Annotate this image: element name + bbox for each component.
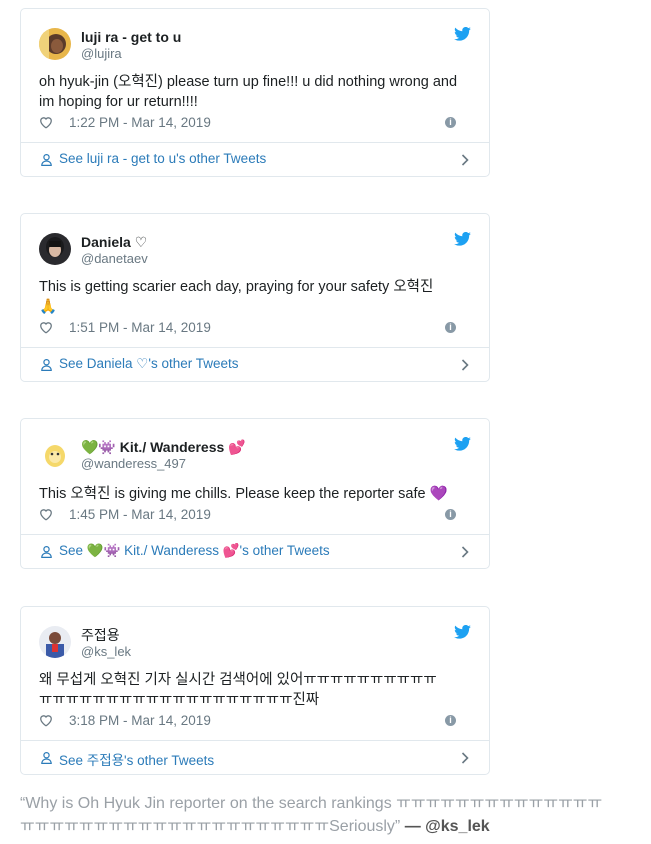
tweet-meta: 1:45 PM - Mar 14, 2019 i bbox=[39, 506, 471, 524]
timestamp[interactable]: 3:18 PM - Mar 14, 2019 bbox=[69, 713, 211, 728]
see-suffix: 's other Tweets bbox=[239, 543, 330, 558]
see-suffix: 's other Tweets bbox=[124, 753, 215, 768]
see-suffix: 's other Tweets bbox=[176, 151, 267, 166]
tweet-text-line: ㅠㅠㅠㅠㅠㅠㅠㅠㅠㅠㅠㅠㅠㅠㅠㅠㅠㅠㅠ진짜 bbox=[39, 692, 320, 708]
embedded-tweet[interactable]: 💚👾 Kit./ Wanderess 💕 @wanderess_497 This… bbox=[20, 418, 490, 569]
embedded-tweet[interactable]: Daniela ♡ @danetaev This is getting scar… bbox=[20, 213, 490, 382]
person-icon bbox=[41, 359, 52, 371]
caption-line: “Why is Oh Hyuk Jin reporter on the sear… bbox=[20, 795, 603, 812]
heart-icon[interactable] bbox=[39, 116, 53, 129]
tweet-text-line: oh hyuk-jin (오혁진) please turn up fine!!!… bbox=[39, 74, 458, 90]
tweet-author[interactable]: 주접용 @ks_lek bbox=[81, 626, 131, 660]
see-name-emoji: 💚👾 bbox=[86, 543, 121, 558]
twitter-bird-icon[interactable] bbox=[454, 27, 471, 41]
tweet-text-line: 🙏 bbox=[39, 299, 58, 315]
handle[interactable]: @lujira bbox=[81, 46, 181, 62]
name-emoji: 💕 bbox=[228, 439, 246, 455]
see-name-emoji: 💕 bbox=[222, 543, 240, 558]
person-icon bbox=[41, 752, 52, 764]
translation-caption: “Why is Oh Hyuk Jin reporter on the sear… bbox=[20, 792, 650, 838]
tweet-text: oh hyuk-jin (오혁진) please turn up fine!!!… bbox=[39, 72, 471, 112]
chevron-right-icon[interactable] bbox=[461, 359, 469, 371]
timestamp[interactable]: 1:45 PM - Mar 14, 2019 bbox=[69, 507, 211, 522]
tweet-author[interactable]: 💚👾 Kit./ Wanderess 💕 @wanderess_497 bbox=[81, 438, 246, 472]
twitter-bird-icon[interactable] bbox=[454, 437, 471, 451]
heart-icon[interactable] bbox=[39, 321, 53, 334]
display-name[interactable]: luji ra - get to u bbox=[81, 28, 181, 46]
see-prefix: See bbox=[59, 151, 87, 166]
see-name: Kit./ Wanderess bbox=[124, 543, 219, 558]
caption-author[interactable]: @ks_lek bbox=[425, 818, 490, 835]
handle[interactable]: @danetaev bbox=[81, 251, 148, 267]
avatar[interactable] bbox=[39, 438, 71, 470]
timestamp[interactable]: 1:51 PM - Mar 14, 2019 bbox=[69, 320, 211, 335]
chevron-right-icon[interactable] bbox=[461, 546, 469, 558]
tweet-text-line: This 오혁진 is giving me chills. Please kee… bbox=[39, 486, 448, 502]
see-prefix: See bbox=[59, 356, 87, 371]
see-other-tweets-link[interactable]: See 주접용's other Tweets bbox=[21, 740, 489, 774]
twitter-bird-icon[interactable] bbox=[454, 232, 471, 246]
tweet-text: This is getting scarier each day, prayin… bbox=[39, 277, 471, 317]
see-name: Daniela ♡ bbox=[86, 356, 149, 371]
heart-icon[interactable] bbox=[39, 714, 53, 727]
timestamp[interactable]: 1:22 PM - Mar 14, 2019 bbox=[69, 115, 211, 130]
handle[interactable]: @ks_lek bbox=[81, 644, 131, 660]
info-icon[interactable]: i bbox=[445, 322, 456, 333]
name-emoji: 💚👾 bbox=[81, 439, 116, 455]
see-name: 주접용 bbox=[86, 753, 125, 768]
display-name[interactable]: Daniela ♡ bbox=[81, 233, 148, 251]
display-name[interactable]: 주접용 bbox=[81, 626, 131, 644]
see-other-tweets-link[interactable]: See 💚👾 Kit./ Wanderess 💕's other Tweets bbox=[21, 534, 489, 568]
see-other-tweets-label[interactable]: See 💚👾 Kit./ Wanderess 💕's other Tweets bbox=[59, 543, 330, 559]
avatar[interactable] bbox=[39, 626, 71, 658]
tweet-header: luji ra - get to u @lujira bbox=[39, 26, 471, 62]
tweet-text-line: im hoping for ur return!!!! bbox=[39, 94, 198, 110]
display-name[interactable]: 💚👾 Kit./ Wanderess 💕 bbox=[81, 438, 246, 456]
see-suffix: 's other Tweets bbox=[148, 356, 239, 371]
tweet-text-line: This is getting scarier each day, prayin… bbox=[39, 279, 434, 295]
see-name: luji ra - get to u bbox=[86, 151, 177, 166]
avatar[interactable] bbox=[39, 28, 71, 60]
tweet-header: Daniela ♡ @danetaev bbox=[39, 231, 471, 267]
see-other-tweets-link[interactable]: See Daniela ♡'s other Tweets bbox=[21, 347, 489, 381]
caption-separator: — bbox=[400, 818, 426, 835]
tweet-author[interactable]: Daniela ♡ @danetaev bbox=[81, 233, 148, 267]
caption-line: ㅠㅠㅠㅠㅠㅠㅠㅠㅠㅠㅠㅠㅠㅠㅠㅠㅠㅠㅠㅠㅠSeriously” — @ks_le… bbox=[20, 815, 650, 838]
caption-quote: ㅠㅠㅠㅠㅠㅠㅠㅠㅠㅠㅠㅠㅠㅠㅠㅠㅠㅠㅠㅠㅠSeriously” bbox=[20, 818, 401, 835]
tweet-meta: 1:51 PM - Mar 14, 2019 i bbox=[39, 319, 471, 337]
see-other-tweets-label[interactable]: See luji ra - get to u's other Tweets bbox=[59, 151, 266, 166]
person-icon bbox=[41, 154, 52, 166]
person-icon bbox=[41, 546, 52, 558]
handle[interactable]: @wanderess_497 bbox=[81, 456, 246, 472]
tweet-text: This 오혁진 is giving me chills. Please kee… bbox=[39, 484, 471, 504]
tweet-text-line: 왜 무섭게 오혁진 기자 실시간 검색어에 있어ㅠㅠㅠㅠㅠㅠㅠㅠㅠㅠ bbox=[39, 672, 437, 688]
see-other-tweets-label[interactable]: See Daniela ♡'s other Tweets bbox=[59, 356, 239, 372]
tweet-meta: 1:22 PM - Mar 14, 2019 i bbox=[39, 114, 471, 132]
tweet-header: 주접용 @ks_lek bbox=[39, 624, 471, 660]
tweet-text: 왜 무섭게 오혁진 기자 실시간 검색어에 있어ㅠㅠㅠㅠㅠㅠㅠㅠㅠㅠ ㅠㅠㅠㅠㅠ… bbox=[39, 670, 471, 710]
see-other-tweets-label[interactable]: See 주접용's other Tweets bbox=[59, 749, 214, 769]
chevron-right-icon[interactable] bbox=[461, 154, 469, 166]
tweet-author[interactable]: luji ra - get to u @lujira bbox=[81, 28, 181, 62]
info-icon[interactable]: i bbox=[445, 509, 456, 520]
chevron-right-icon[interactable] bbox=[461, 752, 469, 764]
see-other-tweets-link[interactable]: See luji ra - get to u's other Tweets bbox=[21, 142, 489, 176]
embedded-tweet[interactable]: 주접용 @ks_lek 왜 무섭게 오혁진 기자 실시간 검색어에 있어ㅠㅠㅠㅠ… bbox=[20, 606, 490, 775]
tweet-header: 💚👾 Kit./ Wanderess 💕 @wanderess_497 bbox=[39, 436, 471, 472]
twitter-bird-icon[interactable] bbox=[454, 625, 471, 639]
see-prefix: See bbox=[59, 753, 87, 768]
embedded-tweet[interactable]: luji ra - get to u @lujira oh hyuk-jin (… bbox=[20, 8, 490, 177]
heart-icon[interactable] bbox=[39, 508, 53, 521]
avatar[interactable] bbox=[39, 233, 71, 265]
tweet-meta: 3:18 PM - Mar 14, 2019 i bbox=[39, 712, 471, 730]
see-prefix: See bbox=[59, 543, 87, 558]
info-icon[interactable]: i bbox=[445, 117, 456, 128]
info-icon[interactable]: i bbox=[445, 715, 456, 726]
name-text: Kit./ Wanderess bbox=[119, 439, 225, 455]
